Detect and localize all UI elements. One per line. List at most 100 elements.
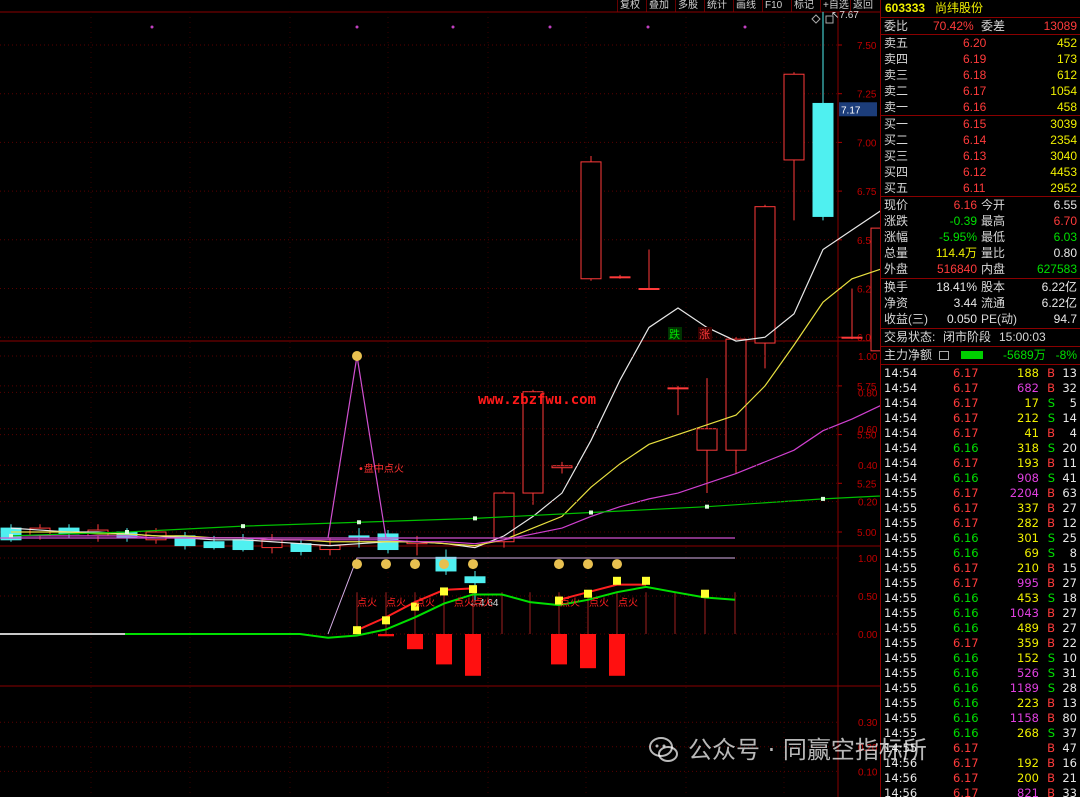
candle-body [203, 541, 225, 549]
panel3-bar [465, 634, 481, 676]
tick-volume: 152 [1017, 651, 1039, 665]
stat2-label: 收益(三) [884, 312, 928, 326]
tick-row[interactable]: 14:54 6.17 193 B 11 [881, 456, 1080, 471]
tick-row[interactable]: 14:55 6.16 453 S 18 [881, 591, 1080, 606]
ask-label: 卖五 [884, 36, 909, 50]
tick-row[interactable]: 14:55 6.17 337 B 27 [881, 501, 1080, 516]
tick-row[interactable]: 14:55 6.16 301 S 25 [881, 531, 1080, 546]
tick-row[interactable]: 14:54 6.17 188 B 13 [881, 366, 1080, 381]
tick-row[interactable]: 14:55 6.16 1158 B 80 [881, 711, 1080, 726]
tick-count: 12 [1062, 516, 1077, 530]
panel3-signal-square [382, 616, 390, 625]
top-marker-dot [355, 25, 359, 29]
ask-volume: 458 [1056, 100, 1077, 114]
tick-row[interactable]: 14:54 6.16 908 S 41 [881, 471, 1080, 486]
tick-count: 27 [1062, 501, 1077, 515]
tick-row[interactable]: 14:56 6.17 821 B 33 [881, 786, 1080, 797]
tick-volume: 223 [1017, 696, 1039, 710]
price-tick-label: 7.50 [857, 41, 877, 52]
top-marker-dot [548, 25, 552, 29]
panel3-bar [378, 634, 394, 637]
tick-count: 4 [1069, 426, 1077, 440]
ask-row: 卖四 6.19 173 [881, 51, 1080, 67]
top-marker-dot [150, 25, 154, 29]
tick-price: 6.16 [953, 621, 979, 635]
tick-price: 6.17 [953, 396, 979, 410]
ask-price: 6.19 [963, 52, 987, 66]
tick-row[interactable]: 14:54 6.17 212 S 14 [881, 411, 1080, 426]
panel2-tick-label: 0.20 [858, 498, 878, 509]
panel2-spike [327, 355, 387, 539]
top-marker-dot [743, 25, 747, 29]
moneybag-icon [439, 559, 449, 570]
tick-volume: 1158 [1009, 711, 1039, 725]
tick-count: 33 [1062, 786, 1077, 797]
stat2-row: 换手 18.41% 股本 6.22亿 [881, 279, 1080, 295]
tick-side: S [1047, 591, 1055, 605]
tick-price: 6.17 [953, 411, 979, 425]
tick-row[interactable]: 14:55 6.16 69 S 8 [881, 546, 1080, 561]
tick-volume: 526 [1017, 666, 1039, 680]
tick-row[interactable]: 14:54 6.17 682 B 32 [881, 381, 1080, 396]
moneybag-icon [381, 559, 391, 570]
tick-row[interactable]: 14:55 6.17 359 B 22 [881, 636, 1080, 651]
tick-time: 14:55 [884, 591, 918, 605]
stat2-row: 收益(三) 0.050 PE(动) 94.7 [881, 311, 1080, 327]
tick-row[interactable]: 14:56 6.17 200 B 21 [881, 771, 1080, 786]
tick-price: 6.17 [953, 741, 979, 755]
candle-body [870, 227, 880, 352]
ask-price: 6.17 [963, 84, 987, 98]
trade-status-time: 15:00:03 [999, 330, 1046, 344]
bid-price: 6.12 [963, 165, 987, 179]
bid-row: 买二 6.14 2354 [881, 132, 1080, 148]
tick-row[interactable]: 14:55 6.17 282 B 12 [881, 516, 1080, 531]
moneybag-icon [468, 559, 478, 570]
stat-label: 现价 [884, 198, 909, 212]
tick-time: 14:55 [884, 516, 918, 530]
ma5-line [10, 210, 880, 549]
ask-row: 卖一 6.16 458 [881, 99, 1080, 115]
tick-price: 6.16 [953, 666, 979, 680]
tick-row[interactable]: 14:55 6.16 1189 S 28 [881, 681, 1080, 696]
tick-row[interactable]: 14:55 6.16 526 S 31 [881, 666, 1080, 681]
tick-count: 13 [1062, 366, 1077, 380]
candle-body [754, 206, 776, 344]
stat2-value: 18.41% [936, 280, 977, 294]
main-flow-row[interactable]: 主力净额 -5689万 -8% [881, 347, 1080, 363]
tick-row[interactable]: 14:55 6.16 1043 B 27 [881, 606, 1080, 621]
stat2-value: 6.22亿 [1041, 280, 1077, 294]
ignite-label: 点火 [589, 597, 609, 609]
main-flow-icon[interactable] [939, 351, 949, 360]
tick-row[interactable]: 14:54 6.16 318 S 20 [881, 441, 1080, 456]
tick-row[interactable]: 14:55 6.17 210 B 15 [881, 561, 1080, 576]
tick-count: 10 [1062, 651, 1077, 665]
ask-row: 卖三 6.18 612 [881, 67, 1080, 83]
kline-chart-area[interactable]: 7.507.257.006.756.506.256.005.755.505.25… [0, 0, 880, 797]
tick-time: 14:55 [884, 666, 918, 680]
tick-row[interactable]: 14:55 6.17 2204 B 63 [881, 486, 1080, 501]
tick-row[interactable]: 14:55 6.17 995 B 27 [881, 576, 1080, 591]
trade-status-label: 交易状态: [884, 330, 936, 344]
tick-side: B [1047, 576, 1055, 590]
tick-time: 14:54 [884, 381, 918, 395]
candle-body [667, 387, 689, 390]
tick-row[interactable]: 14:55 6.16 489 B 27 [881, 621, 1080, 636]
stat-row: 现价 6.16 今开 6.55 [881, 197, 1080, 213]
tick-count: 31 [1062, 666, 1077, 680]
bid-label: 买一 [884, 117, 909, 131]
ma20-line [11, 405, 880, 545]
tick-time: 14:56 [884, 771, 918, 785]
stat2-label: PE(动) [981, 312, 1018, 326]
tick-time: 14:55 [884, 486, 918, 500]
stat-label: 内盘 [981, 262, 1006, 276]
tick-time: 14:55 [884, 576, 918, 590]
tick-side: B [1047, 711, 1055, 725]
panel3-signal-square [613, 576, 621, 585]
quote-panel: 603333 尚纬股份 委比 70.42% 委差 13089 卖五 6.20 452… [880, 0, 1080, 797]
ask-label: 卖三 [884, 68, 909, 82]
tick-row[interactable]: 14:54 6.17 17 S 5 [881, 396, 1080, 411]
tick-row[interactable]: 14:54 6.17 41 B 4 [881, 426, 1080, 441]
tick-row[interactable]: 14:55 6.16 223 B 13 [881, 696, 1080, 711]
tick-row[interactable]: 14:55 6.16 152 S 10 [881, 651, 1080, 666]
panel4-tick-label: 0.30 [858, 718, 878, 729]
